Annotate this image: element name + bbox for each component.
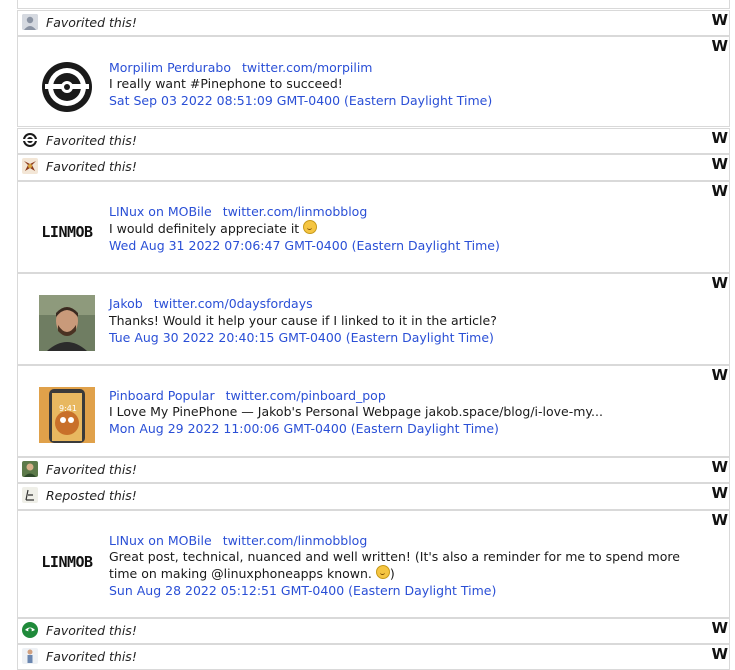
post-date-link[interactable]: Sun Aug 28 2022 05:12:51 GMT-0400 (Easte… (109, 582, 701, 599)
webmention-logo-icon[interactable]: W (711, 275, 728, 291)
avatar-figure-icon[interactable] (22, 648, 38, 664)
webmention-logo-icon[interactable]: W (711, 367, 728, 383)
activity-label: Reposted this! (46, 488, 137, 503)
phone-clock-label: 9:41 (59, 404, 77, 413)
activity-row-favorite: Favorited this! W (17, 618, 730, 644)
webmention-logo-icon[interactable]: W (711, 512, 728, 528)
avatar-generic-icon[interactable] (22, 14, 38, 30)
avatar-morpilim-icon[interactable] (22, 132, 38, 148)
author-link[interactable]: LINux on MOBile (109, 204, 212, 219)
pinboard-photo-icon[interactable]: 9:41 (39, 387, 95, 443)
avatar-green-icon[interactable] (22, 622, 38, 638)
post-entry: Morpilim Perdurabo twitter.com/morpilim I… (17, 36, 730, 127)
webmention-logo-icon[interactable]: W (711, 459, 728, 475)
linmob-logo-icon[interactable]: LINMOB (39, 533, 95, 589)
linmob-logo-icon[interactable]: LINMOB (39, 203, 95, 259)
post-date-link[interactable]: Wed Aug 31 2022 07:06:47 GMT-0400 (Easte… (109, 237, 701, 254)
slight-smile-icon (375, 565, 390, 579)
author-link[interactable]: Jakob (109, 296, 143, 311)
webmention-logo-icon[interactable]: W (711, 130, 728, 146)
activity-label: Favorited this! (46, 462, 137, 477)
author-link[interactable]: Morpilim Perdurabo (109, 60, 231, 75)
activity-row-favorite: Favorited this! W (17, 154, 730, 181)
activity-row-favorite: Favorited this! W (17, 457, 730, 483)
post-date-link[interactable]: Sat Sep 03 2022 08:51:09 GMT-0400 (Easte… (109, 92, 701, 109)
post-entry: LINMOB LINux on MOBile twitter.com/linmob… (17, 510, 730, 618)
avatar-creature-icon[interactable] (22, 158, 38, 174)
post-date-link[interactable]: Tue Aug 30 2022 20:40:15 GMT-0400 (Easte… (109, 329, 701, 346)
webmention-logo-icon[interactable]: W (711, 485, 728, 501)
author-link[interactable]: Pinboard Popular (109, 388, 215, 403)
profile-link[interactable]: twitter.com/linmobblog (223, 204, 368, 219)
post-content: I would definitely appreciate it (109, 221, 300, 236)
profile-link[interactable]: twitter.com/0daysfordays (154, 296, 313, 311)
activity-label: Favorited this! (46, 649, 137, 664)
previous-entry-edge (17, 0, 730, 9)
webmention-logo-icon[interactable]: W (711, 12, 728, 28)
profile-link[interactable]: twitter.com/pinboard_pop (226, 388, 386, 403)
profile-link[interactable]: twitter.com/morpilim (242, 60, 372, 75)
activity-label: Favorited this! (46, 159, 137, 174)
webmention-logo-icon[interactable]: W (711, 38, 728, 54)
activity-label: Favorited this! (46, 15, 137, 30)
activity-row-favorite: Favorited this! W (17, 128, 730, 154)
webmention-logo-icon[interactable]: W (711, 156, 728, 172)
profile-link[interactable]: twitter.com/linmobblog (223, 533, 368, 548)
post-entry: LINMOB LINux on MOBile twitter.com/linmob… (17, 181, 730, 273)
activity-label: Favorited this! (46, 133, 137, 148)
svg-text:LINMOB: LINMOB (41, 223, 93, 241)
svg-text:LINMOB: LINMOB (41, 553, 93, 571)
activity-label: Favorited this! (46, 623, 137, 638)
avatar-sketch-icon[interactable] (22, 487, 38, 503)
webmention-logo-icon[interactable]: W (711, 620, 728, 636)
post-date-link[interactable]: Mon Aug 29 2022 11:00:06 GMT-0400 (Easte… (109, 420, 701, 437)
webmention-logo-icon[interactable]: W (711, 183, 728, 199)
jakob-photo-icon[interactable] (39, 295, 95, 351)
activity-row-favorite: Favorited this! W (17, 10, 730, 36)
author-link[interactable]: LINux on MOBile (109, 533, 212, 548)
post-content-tail: ) (389, 566, 395, 581)
activity-row-favorite: Favorited this! W (17, 644, 730, 670)
webmention-logo-icon[interactable]: W (711, 646, 728, 662)
morpilim-logo-icon[interactable] (39, 59, 95, 115)
post-content: Thanks! Would it help your cause if I li… (109, 313, 497, 328)
avatar-person-icon[interactable] (22, 461, 38, 477)
activity-row-repost: Reposted this! W (17, 483, 730, 510)
post-entry: Jakob twitter.com/0daysfordays Thanks! Wo… (17, 273, 730, 365)
post-content: I really want #Pinephone to succeed! (109, 76, 343, 91)
post-content: I Love My PinePhone — Jakob's Personal W… (109, 404, 603, 419)
post-entry: 9:41 Pinboard Popular twitter.com/pinboar… (17, 365, 730, 457)
grinning-face-icon (303, 220, 318, 234)
